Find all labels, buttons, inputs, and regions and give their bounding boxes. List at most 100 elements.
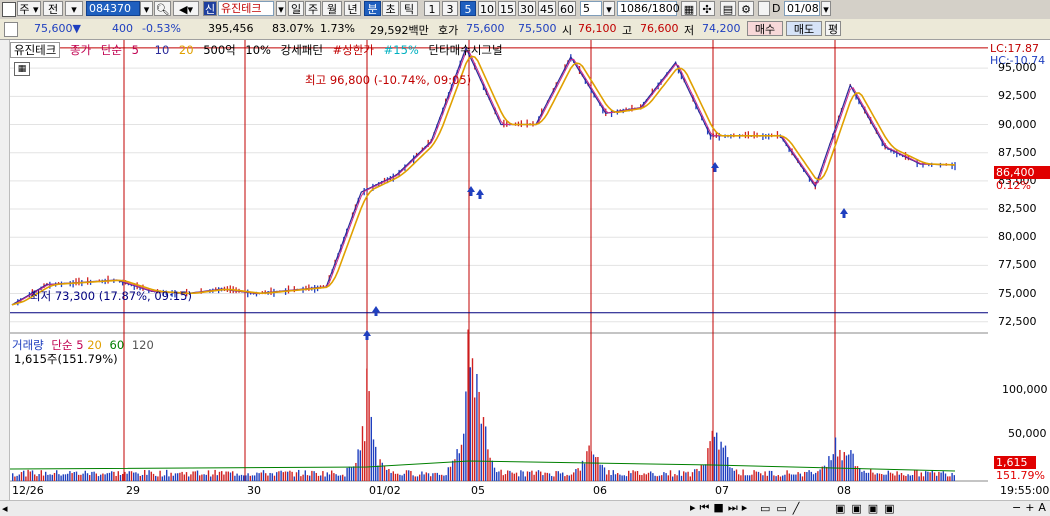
volume-bar <box>210 476 212 481</box>
period-year-button[interactable]: 년 <box>344 1 361 16</box>
volume-bar <box>949 476 951 481</box>
stock-chart[interactable] <box>10 40 988 482</box>
volume-bar <box>423 474 425 481</box>
playback-controls[interactable]: ▸⏮■⏭▸ <box>690 501 751 515</box>
volume-bar <box>797 472 799 481</box>
volume-bar <box>311 470 313 481</box>
date-dropdown-icon[interactable]: ▾ <box>821 1 831 16</box>
scroll-left-icon[interactable]: ◂ <box>2 502 8 515</box>
count-field[interactable]: 1086/1800 <box>617 1 680 16</box>
sell-button[interactable]: 매도 <box>786 21 822 36</box>
period-day-button[interactable]: 일 <box>288 1 304 16</box>
legend-limit-up: #상한가 <box>332 43 374 57</box>
gear-icon[interactable]: ⚙ <box>738 1 754 16</box>
volume-bar <box>608 470 610 481</box>
crosshair-icon[interactable]: ✣ <box>699 1 715 16</box>
minute-45-button[interactable]: 45 <box>538 1 556 16</box>
volume-bar <box>304 470 306 481</box>
interval-input[interactable]: 5 <box>580 1 602 16</box>
volume-bar <box>23 470 25 481</box>
volume-bar <box>485 426 487 481</box>
quote-ask: 75,600 <box>466 22 505 35</box>
minute-10-button[interactable]: 10 <box>478 1 496 16</box>
legend-stock-name[interactable]: 유진테크 <box>10 42 61 58</box>
speaker-icon[interactable]: ◀▾ <box>173 1 199 16</box>
minute-30-button[interactable]: 30 <box>518 1 536 16</box>
price-legend: 유진테크 종가 단순 5 10 20 500억 10% 강세패턴 #상한가 #1… <box>10 42 509 58</box>
volume-bar <box>953 475 955 481</box>
minute-5-button[interactable]: 5 <box>460 1 476 16</box>
checkbox-icon[interactable] <box>758 1 770 16</box>
volume-bar <box>91 471 93 481</box>
volume-bar <box>661 475 663 481</box>
volume-bar <box>326 472 328 481</box>
period-select[interactable]: 주 ▾ <box>17 1 41 16</box>
scrollbar[interactable]: ◂ ▸⏮■⏭▸ ▭▭╱ ▣▣▣▣ −+A <box>0 500 1050 516</box>
eval-button[interactable]: 평 <box>825 21 841 36</box>
period-minute-button[interactable]: 분 <box>364 1 381 16</box>
volume-bar <box>773 475 775 481</box>
volume-bar <box>678 470 680 481</box>
volume-bar <box>685 472 687 481</box>
volume-bar <box>696 468 698 481</box>
period-tick-button[interactable]: 틱 <box>400 1 418 16</box>
volume-bar <box>672 476 674 481</box>
code-dropdown-icon[interactable]: ▾ <box>140 1 153 16</box>
volume-bar <box>592 454 595 481</box>
stock-flag-badge: 신 <box>203 1 217 16</box>
minute-1-button[interactable]: 1 <box>424 1 440 16</box>
interval-dropdown-icon[interactable]: ▾ <box>603 1 615 16</box>
volume-bar <box>181 471 183 481</box>
minute-3-button[interactable]: 3 <box>442 1 458 16</box>
stock-name-field[interactable]: 유진테크 <box>218 1 274 16</box>
search-icon[interactable]: 🔍︎ <box>154 1 171 16</box>
volume-ma20: 20 <box>87 338 102 352</box>
zoom-buttons[interactable]: −+A <box>1012 501 1050 514</box>
volume-bar <box>36 476 38 481</box>
period-month-button[interactable]: 월 <box>322 1 342 16</box>
grid-icon[interactable]: ▦ <box>681 1 697 16</box>
volume-bar <box>34 474 36 481</box>
collapse-icon[interactable] <box>4 22 18 37</box>
chart-type-icon[interactable] <box>2 2 16 17</box>
volume-bar <box>504 474 507 481</box>
volume-bar <box>883 474 885 481</box>
volume-bar <box>212 474 214 481</box>
volume-bar <box>280 470 282 481</box>
volume-bar <box>445 475 447 481</box>
buy-signal-stem <box>469 192 473 196</box>
volume-ma-type: 단순 <box>51 338 73 352</box>
volume-bar <box>295 472 298 481</box>
volume-bar <box>328 474 331 481</box>
price-tick: 90,000 <box>998 117 1037 131</box>
volume-bar <box>491 460 493 481</box>
date-field[interactable]: 01/08 <box>784 1 820 16</box>
volume-bar <box>713 436 716 481</box>
volume-bar <box>522 471 524 481</box>
minute-15-button[interactable]: 15 <box>498 1 516 16</box>
draw-tools[interactable]: ▭▭╱ <box>760 502 805 515</box>
volume-bar <box>480 423 482 481</box>
volume-bar <box>102 473 104 481</box>
stock-code-input[interactable]: 084370 <box>86 1 140 16</box>
buy-button[interactable]: 매수 <box>747 21 783 36</box>
period-second-button[interactable]: 초 <box>382 1 399 16</box>
dropdown-icon[interactable]: ▾ <box>65 1 83 16</box>
volume-bar <box>535 471 537 481</box>
price-tick: 77,500 <box>998 258 1037 272</box>
volume-bar <box>922 476 925 481</box>
volume-bar <box>20 472 23 481</box>
name-dropdown-icon[interactable]: ▾ <box>276 1 286 16</box>
save-icon[interactable]: ▤ <box>720 1 736 16</box>
table-icon[interactable]: ▦ <box>14 62 30 76</box>
volume-bar <box>302 474 304 481</box>
legend-close-label: 종가 <box>69 43 92 57</box>
period-week-button[interactable]: 주 <box>305 1 321 16</box>
minute-60-button[interactable]: 60 <box>558 1 576 16</box>
volume-bar <box>287 471 289 481</box>
volume-bar <box>168 476 170 481</box>
volume-bar <box>344 476 346 481</box>
volume-bar <box>733 470 735 481</box>
zoom-tools[interactable]: ▣▣▣▣ <box>835 502 901 515</box>
prev-button[interactable]: 전 <box>43 1 63 16</box>
